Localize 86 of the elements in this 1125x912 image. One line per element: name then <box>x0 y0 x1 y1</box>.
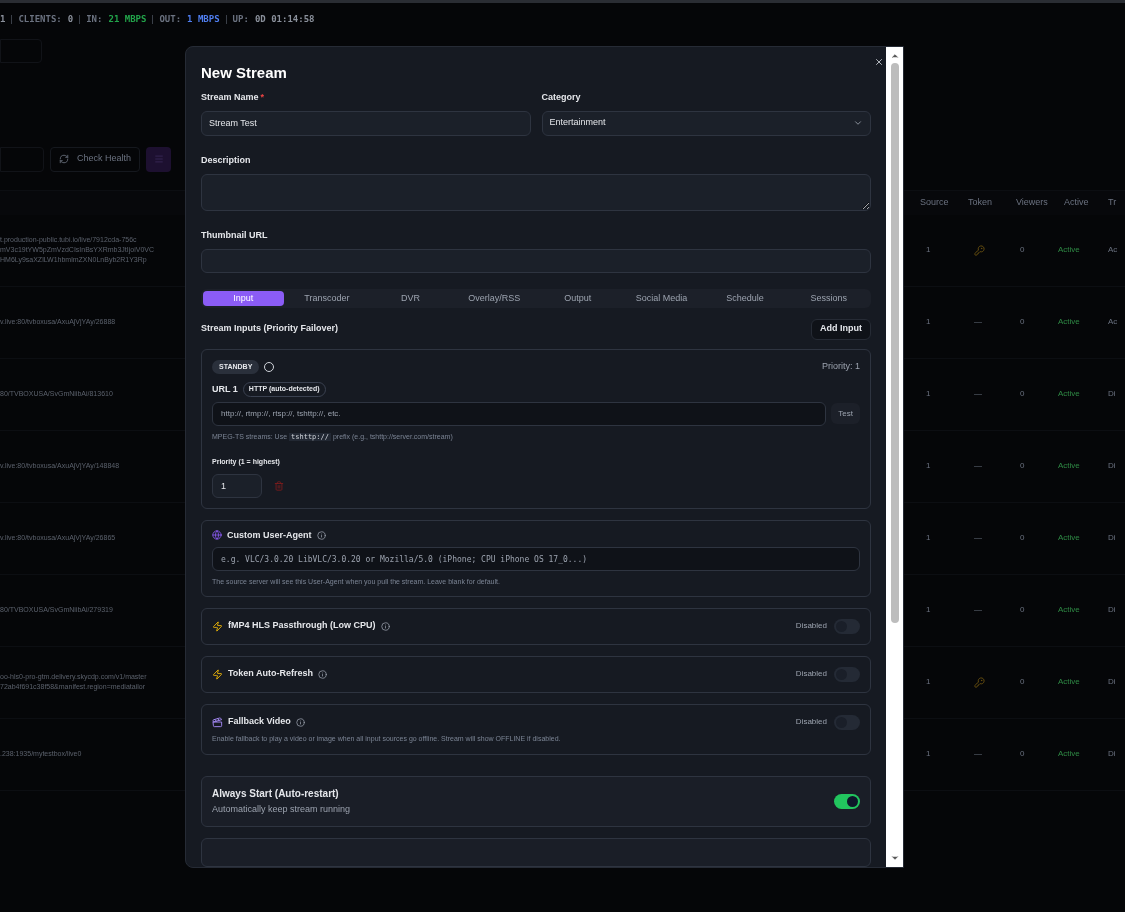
card-title: Always Start (Auto-restart) <box>212 787 340 802</box>
status-text: Active <box>1058 605 1080 614</box>
card-title: fMP4 HLS Passthrough (Low CPU) <box>228 619 376 633</box>
table-cell: 1 <box>926 389 931 398</box>
tab[interactable]: Transcoder <box>286 291 368 306</box>
section-title: Stream Inputs (Priority Failover) <box>201 322 339 336</box>
field-label: Stream Name * <box>201 91 531 105</box>
table-cell: — <box>974 388 982 400</box>
card-title: Fallback Video <box>228 715 291 729</box>
table-cell: 0 <box>1020 677 1025 686</box>
card-description: Automatically keep stream running <box>212 803 351 817</box>
table-cell: 1 <box>926 677 931 686</box>
status-text: Active <box>1058 677 1080 686</box>
tab[interactable]: DVR <box>370 291 451 306</box>
status-text: Active <box>1058 389 1080 398</box>
table-cell: 1 <box>926 533 931 542</box>
category-select[interactable]: Entertainment <box>541 110 871 136</box>
tab[interactable]: Overlay/RSS <box>453 291 535 306</box>
status-value: 1 MBPS <box>187 13 220 26</box>
stream-name-field[interactable]: Stream Test <box>201 110 531 136</box>
table-cell: — <box>974 604 982 616</box>
priority-field[interactable]: 1 <box>212 473 262 498</box>
status-value: 21 MBPS <box>108 13 147 26</box>
tab[interactable]: Social Media <box>621 291 702 306</box>
table-cell: Di <box>1108 533 1116 542</box>
table-cell: — <box>974 532 982 544</box>
table-cell: 0 <box>1020 605 1025 614</box>
status-label: OUT: <box>159 13 182 26</box>
table-cell: Di <box>1108 605 1116 614</box>
check-health-button[interactable]: Check Health <box>50 146 141 172</box>
table-cell: — <box>974 316 982 328</box>
table-cell: Ac <box>1108 317 1118 326</box>
test-button[interactable]: Test <box>831 403 860 425</box>
tab[interactable]: Schedule <box>704 291 786 306</box>
table-cell: 1 <box>926 317 931 326</box>
url-field[interactable]: http://, rtmp://, rtsp://, tshttp://, etc. <box>212 401 827 426</box>
url-label: URL 1 <box>212 382 238 396</box>
table-cell: 1 <box>926 245 931 254</box>
tab[interactable]: Input <box>203 291 284 306</box>
dialog-title: New Stream <box>201 63 288 83</box>
toggle-status: Disabled <box>795 668 827 681</box>
status-text: Active <box>1058 245 1080 254</box>
user-agent-field[interactable]: e.g. VLC/3.0.20 LibVLC/3.0.20 or Mozilla/5.0 (iPhone; CPU iPhone OS 17_0...) <box>212 547 860 572</box>
status-value: 0D 01:14:58 <box>254 13 315 26</box>
field-label: Thumbnail URL <box>201 228 269 242</box>
table-cell: Ac <box>1108 245 1118 254</box>
tab[interactable]: Sessions <box>788 291 869 306</box>
table-cell: Di <box>1108 389 1116 398</box>
table-cell: Di <box>1108 749 1116 758</box>
field-label: Description <box>201 153 252 167</box>
table-cell: 1 <box>926 749 931 758</box>
priority-text: Priority: 1 <box>822 360 860 374</box>
table-cell: 0 <box>1020 245 1025 254</box>
table-cell: 0 <box>1020 749 1025 758</box>
table-cell: 0 <box>1020 389 1025 398</box>
toggle-status: Disabled <box>795 716 827 729</box>
add-input-button[interactable]: Add Input <box>811 318 871 340</box>
field-label: Category <box>541 91 582 104</box>
status-text: Active <box>1058 749 1080 758</box>
status-label: UP: <box>232 13 249 26</box>
column-header: Active <box>1064 196 1089 207</box>
column-header: Source <box>920 196 949 207</box>
table-cell: 1 <box>926 605 931 614</box>
table-cell: — <box>974 748 982 760</box>
table-cell: — <box>974 460 982 472</box>
status-text: Active <box>1058 533 1080 542</box>
table-cell: 0 <box>1020 533 1025 542</box>
table-cell: 0 <box>1020 461 1025 470</box>
status-value: 1 <box>0 13 6 26</box>
status-text: Active <box>1058 461 1080 470</box>
column-header: Viewers <box>1016 196 1048 207</box>
table-cell: Di <box>1108 677 1116 686</box>
toggle-status: Disabled <box>795 620 827 633</box>
table-cell: Di <box>1108 461 1116 470</box>
required-asterisk: * <box>260 91 265 104</box>
card-title: Token Auto-Refresh <box>228 667 313 681</box>
status-value: 0 <box>67 13 74 26</box>
tab[interactable]: Output <box>537 291 619 306</box>
status-text: Active <box>1058 317 1080 326</box>
status-label: CLIENTS: <box>18 13 62 26</box>
column-header: Token <box>968 196 993 207</box>
table-cell: 1 <box>926 461 931 470</box>
status-label: IN: <box>86 13 103 26</box>
table-cell: 0 <box>1020 317 1025 326</box>
card-title: Custom User-Agent <box>227 528 312 542</box>
column-header: Tr <box>1108 196 1117 207</box>
